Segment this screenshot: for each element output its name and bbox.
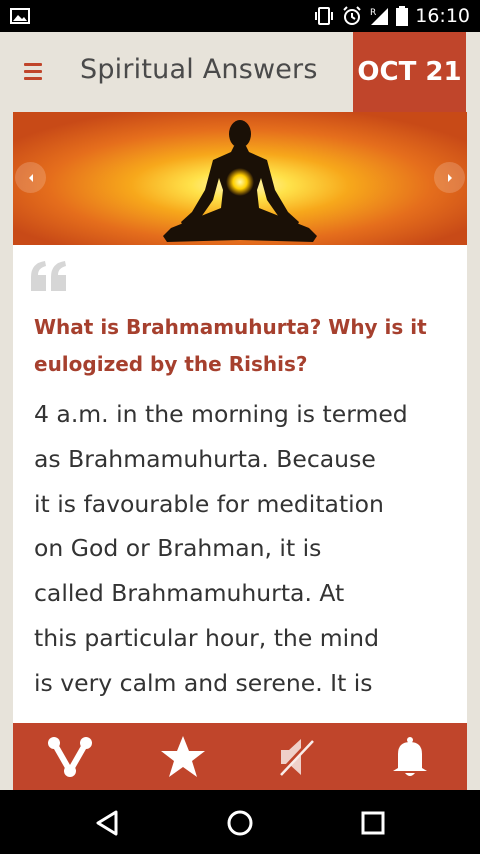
- home-button[interactable]: [223, 806, 257, 840]
- open-quote-icon: [31, 261, 66, 291]
- home-icon: [227, 810, 253, 836]
- answer-line: called Brahmamuhurta. At: [34, 579, 345, 608]
- banner-prev-button[interactable]: [15, 162, 46, 193]
- app-header: Spiritual Answers OCT 21: [0, 32, 480, 112]
- date-badge[interactable]: OCT 21: [353, 32, 466, 112]
- favorite-button[interactable]: [153, 727, 213, 787]
- svg-text:R: R: [370, 8, 376, 18]
- system-nav-bar: [0, 790, 480, 854]
- answer-text: 4 a.m. in the morning is termed as Brahm…: [34, 392, 454, 706]
- app-title: Spiritual Answers: [80, 54, 318, 85]
- alarm-icon: [343, 6, 361, 25]
- back-button[interactable]: [90, 806, 124, 840]
- answer-line: is very calm and serene. It is: [34, 668, 373, 697]
- answer-line: on God or Brahman, it is: [34, 534, 322, 563]
- chevron-left-icon: [28, 173, 33, 182]
- status-time: 16:10: [415, 5, 470, 27]
- answer-line: 4 a.m. in the morning is termed: [34, 400, 408, 428]
- answer-line: as Brahmamuhurta. Because: [34, 444, 376, 473]
- question-text: What is Brahmamuhurta? Why is it eulogiz…: [34, 315, 427, 376]
- answer-card: What is Brahmamuhurta? Why is it eulogiz…: [13, 245, 467, 723]
- answer-line: it is favourable for meditation: [34, 489, 384, 518]
- reminder-button[interactable]: [380, 727, 440, 787]
- meditation-illustration: [13, 112, 467, 245]
- answer-line: this particular hour, the mind: [34, 623, 379, 652]
- share-icon: [47, 736, 92, 777]
- vibrate-icon: [315, 7, 334, 25]
- star-icon: [161, 735, 206, 777]
- chevron-right-icon: [447, 173, 452, 182]
- status-bar: R 16:10: [0, 0, 480, 32]
- recents-button[interactable]: [356, 806, 390, 840]
- bell-icon: [393, 736, 428, 776]
- hamburger-menu-icon[interactable]: [24, 63, 42, 80]
- signal-icon: R: [370, 8, 389, 25]
- back-icon: [96, 810, 118, 836]
- image-icon: [10, 8, 30, 24]
- banner-next-button[interactable]: [434, 162, 465, 193]
- share-button[interactable]: [40, 727, 100, 787]
- banner-image: [13, 112, 467, 245]
- battery-icon: [396, 6, 409, 26]
- sound-off-icon: [276, 736, 315, 777]
- mute-button[interactable]: [267, 727, 327, 787]
- recents-icon: [361, 811, 385, 835]
- action-bar: [13, 723, 467, 790]
